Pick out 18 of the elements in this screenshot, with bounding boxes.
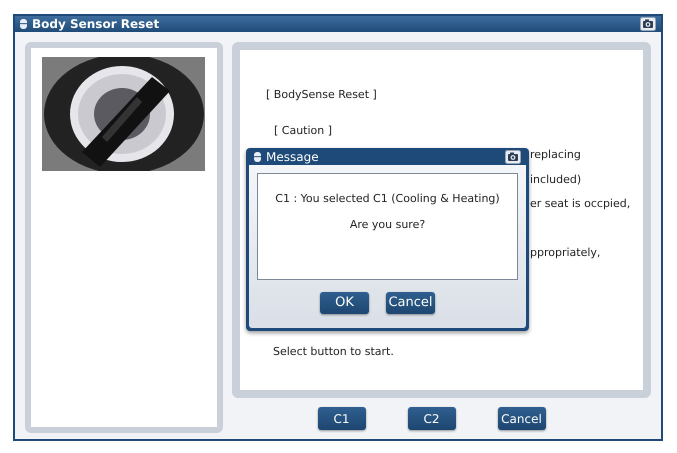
action-button[interactable]: C1 <box>318 407 366 430</box>
message-text: Are you sure? <box>350 216 426 232</box>
dialog-title: Message <box>266 150 319 162</box>
action-button[interactable]: Cancel <box>498 407 546 430</box>
dialog-camera-icon[interactable] <box>505 150 521 164</box>
instruction-text: Select button to start. <box>273 345 394 358</box>
message-text: C1 : You selected C1 (Cooling & Heating) <box>275 191 500 207</box>
caution-text: [ Caution ] <box>274 124 332 137</box>
dialog-button[interactable]: OK <box>320 292 369 314</box>
window-title: Body Sensor Reset <box>32 18 160 30</box>
caution-line: er seat is occpied, <box>530 197 630 210</box>
camera-icon[interactable] <box>640 17 656 31</box>
dialog-button[interactable]: Cancel <box>386 292 435 314</box>
caution-line: ppropriately, <box>530 246 600 259</box>
heading-text: [ BodySense Reset ] <box>266 88 377 101</box>
action-button[interactable]: C2 <box>408 407 456 430</box>
caution-line: included) <box>530 173 582 186</box>
caution-line: replacing <box>530 148 581 161</box>
